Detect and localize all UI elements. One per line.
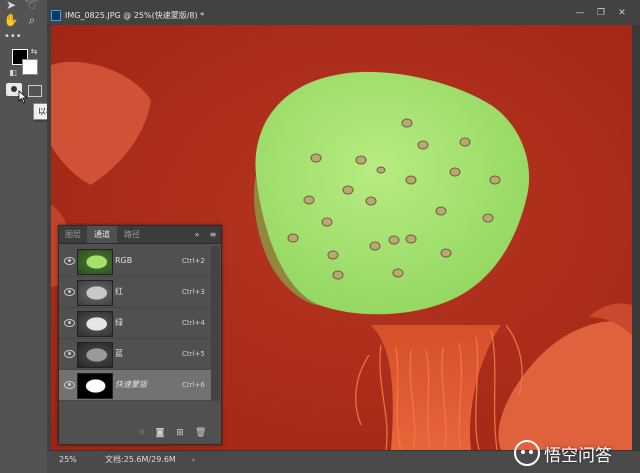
- channel-name: 红: [115, 287, 123, 296]
- delete-channel-icon[interactable]: 🗑: [195, 428, 206, 438]
- wukong-logo-icon: [514, 440, 540, 466]
- channel-thumbnail: [77, 373, 113, 399]
- mouse-cursor-icon: [18, 90, 28, 104]
- visibility-eye-icon[interactable]: [64, 288, 75, 296]
- channel-name: 绿: [115, 318, 123, 327]
- document-tab[interactable]: IMG_0825.JPG @ 25%(快速蒙版/8) *: [51, 6, 204, 25]
- channel-thumbnail: [77, 342, 113, 368]
- screen-mode-button[interactable]: [28, 85, 42, 97]
- channel-row-blue[interactable]: 蓝 Ctrl+5: [59, 339, 211, 370]
- panel-footer: ⁘ ◙ ⊞ 🗑: [59, 424, 221, 444]
- channel-name: 蓝: [115, 349, 123, 358]
- save-selection-as-channel-icon[interactable]: ◙: [155, 428, 165, 438]
- visibility-eye-icon[interactable]: [64, 257, 75, 265]
- tab-paths[interactable]: 路径: [117, 226, 147, 243]
- channel-row-green[interactable]: 绿 Ctrl+4: [59, 308, 211, 339]
- move-tool-icon[interactable]: ➤: [3, 0, 19, 12]
- channels-panel: 图层 通道 路径 » ≡ RGB Ctrl+2 红 Ctrl+3 绿 Ctrl+…: [58, 225, 222, 445]
- channel-shortcut: Ctrl+2: [182, 257, 205, 265]
- tools-panel: ➤ ➰ ✋ ⌕ ••• ⇆ ◧ 以标准模式编辑 (Q): [0, 0, 115, 472]
- lasso-tool-icon[interactable]: ➰: [24, 0, 40, 12]
- channel-row-red[interactable]: 红 Ctrl+3: [59, 277, 211, 308]
- watermark-text: 悟空问答: [544, 446, 612, 466]
- minimize-icon[interactable]: —: [575, 9, 585, 18]
- hand-tool-icon[interactable]: ✋: [3, 13, 19, 27]
- document-tab-bar: IMG_0825.JPG @ 25%(快速蒙版/8) * — ❐ ✕: [47, 0, 640, 26]
- channel-thumbnail: [77, 280, 113, 306]
- channel-row-rgb[interactable]: RGB Ctrl+2: [59, 246, 211, 277]
- swap-colors-icon[interactable]: ⇆: [30, 45, 38, 59]
- close-icon[interactable]: ✕: [617, 9, 627, 18]
- collapse-panel-icon[interactable]: »: [192, 226, 202, 243]
- vertical-scrollbar[interactable]: [632, 25, 640, 450]
- restore-icon[interactable]: ❐: [596, 9, 606, 18]
- document-size: 文档:25.6M/29.6M: [105, 455, 176, 464]
- tab-channels[interactable]: 通道: [87, 226, 117, 243]
- panel-menu-icon[interactable]: ≡: [207, 226, 219, 243]
- zoom-tool-icon[interactable]: ⌕: [24, 13, 40, 27]
- channel-shortcut: Ctrl+5: [182, 350, 205, 358]
- zoom-level[interactable]: 25%: [59, 453, 77, 467]
- channel-thumbnail: [77, 311, 113, 337]
- tab-layers[interactable]: 图层: [59, 226, 87, 243]
- channel-shortcut: Ctrl+4: [182, 319, 205, 327]
- panel-scrollbar[interactable]: [211, 246, 220, 401]
- load-channel-as-selection-icon[interactable]: ⁘: [137, 428, 147, 438]
- channel-thumbnail: [77, 249, 113, 275]
- visibility-eye-icon[interactable]: [64, 350, 75, 358]
- channel-name: RGB: [115, 256, 133, 265]
- more-tools-icon[interactable]: •••: [4, 30, 22, 44]
- visibility-eye-icon[interactable]: [64, 381, 75, 389]
- background-color-swatch[interactable]: [22, 59, 38, 75]
- visibility-eye-icon[interactable]: [64, 319, 75, 327]
- channel-name: 快速蒙版: [115, 380, 147, 389]
- new-channel-icon[interactable]: ⊞: [175, 428, 185, 438]
- channel-shortcut: Ctrl+3: [182, 288, 205, 296]
- default-colors-icon[interactable]: ◧: [9, 66, 17, 80]
- status-menu-arrow-icon[interactable]: ›: [192, 453, 195, 467]
- channel-row-quick-mask[interactable]: 快速蒙版 Ctrl+6: [59, 370, 211, 401]
- channel-shortcut: Ctrl+6: [182, 381, 205, 389]
- panel-tabs: 图层 通道 路径 » ≡: [59, 226, 221, 244]
